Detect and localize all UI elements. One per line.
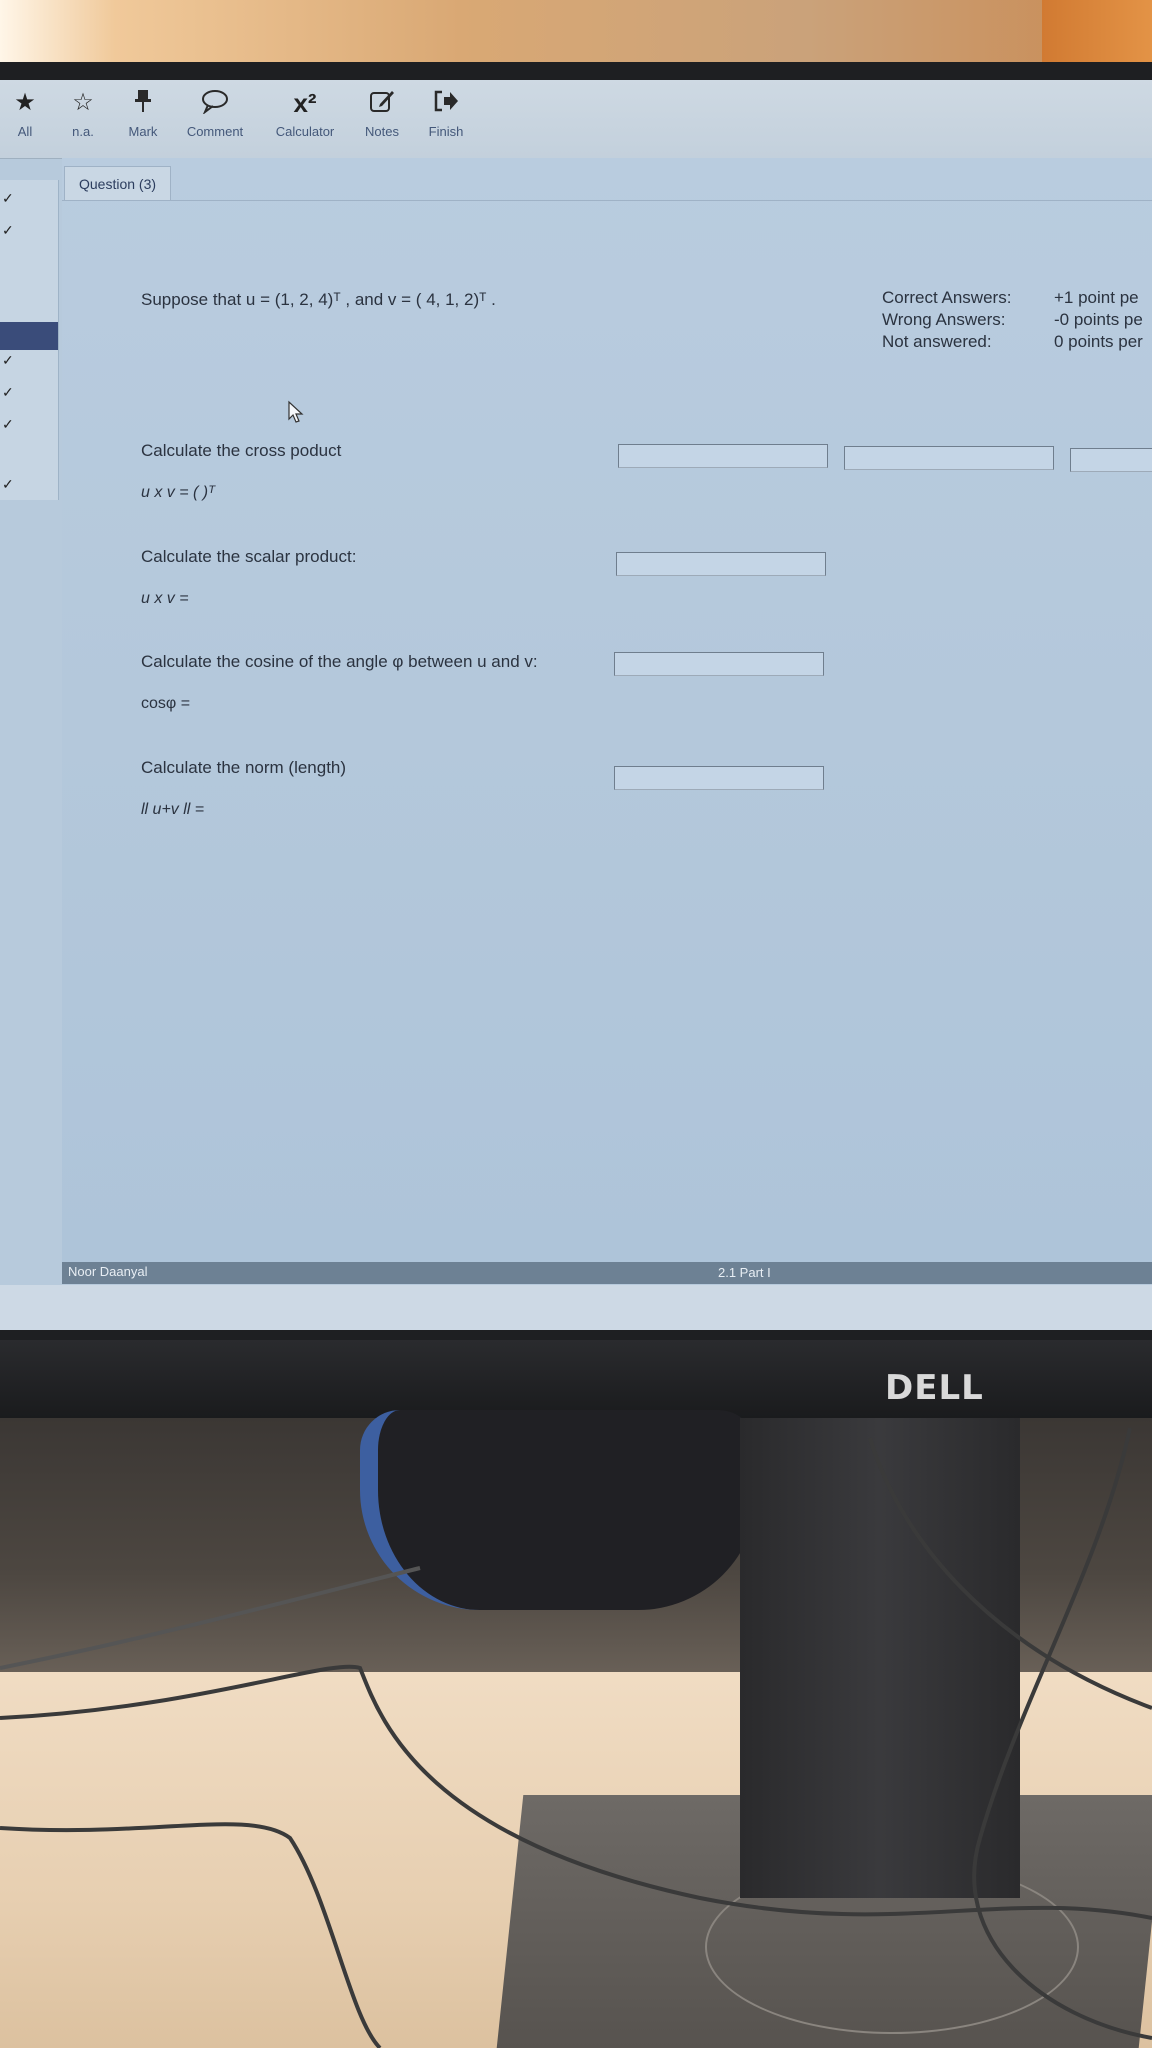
check-icon: ✓ (2, 476, 14, 492)
question-intro: Suppose that u = (1, 2, 4)ᵀ , and v = ( … (141, 290, 496, 309)
check-icon: ✓ (2, 352, 14, 368)
cosine-answer[interactable] (614, 652, 824, 676)
question-navigator: ✓ ✓ ✓ ✓ ✓ ✓ (0, 180, 59, 500)
cosine-expression: cosφ = (141, 695, 191, 712)
cosine-prompt: Calculate the cosine of the angle φ betw… (141, 652, 538, 671)
exit-arrow-icon (424, 88, 468, 118)
check-icon: ✓ (2, 190, 14, 206)
norm-answer[interactable] (614, 766, 824, 790)
check-icon: ✓ (2, 222, 14, 238)
toolbar-all-button[interactable]: ★ All (10, 88, 40, 139)
exam-toolbar: ★ All ☆ n.a. Mark Comment x² Calculator (0, 80, 1152, 159)
screen-edge (0, 1285, 1152, 1330)
cross-product-answer-2[interactable] (844, 446, 1054, 470)
exam-part: 2.1 Part I (718, 1265, 771, 1280)
question-panel: Question (3) Suppose that u = (1, 2, 4)ᵀ… (62, 158, 1152, 1268)
scoring-wrong-label: Wrong Answers: (882, 310, 1006, 329)
scoring-correct-label: Correct Answers: (882, 288, 1012, 307)
scoring-unanswered-label: Not answered: (882, 332, 992, 351)
speech-bubble-icon (180, 88, 250, 118)
scoring-correct-value: +1 point pe (1054, 288, 1139, 307)
question-nav-item[interactable]: ✓ (0, 222, 58, 250)
scoring-info: Correct Answers: +1 point pe Wrong Answer… (882, 288, 1143, 354)
question-nav-item[interactable]: ✓ (0, 190, 58, 218)
cross-product-answer-3[interactable] (1070, 448, 1152, 472)
question-nav-item[interactable]: ✓ (0, 476, 58, 504)
cross-product-prompt: Calculate the cross poduct (141, 441, 342, 460)
scalar-product-prompt: Calculate the scalar product: (141, 547, 357, 566)
question-nav-item-current[interactable] (0, 322, 58, 350)
scoring-wrong-value: -0 points pe (1054, 310, 1143, 329)
toolbar-notes-button[interactable]: Notes (360, 88, 404, 139)
curtain (1042, 0, 1152, 70)
monitor-screen: ★ All ☆ n.a. Mark Comment x² Calculator (0, 80, 1152, 1330)
question-nav-item[interactable]: ✓ (0, 352, 58, 380)
cross-product-answer-1[interactable] (618, 444, 828, 468)
cross-product-expression: u x v = ( )ᵀ (141, 484, 215, 501)
scalar-product-answer[interactable] (616, 552, 826, 576)
check-icon: ✓ (2, 416, 14, 432)
toolbar-comment-button[interactable]: Comment (180, 88, 250, 139)
candidate-name: Noor Daanyal (68, 1264, 148, 1279)
wall-background (0, 0, 1152, 70)
scalar-product-expression: u x v = (141, 590, 189, 607)
question-nav-item[interactable]: ✓ (0, 416, 58, 444)
pin-icon (122, 88, 164, 118)
toolbar-na-button[interactable]: ☆ n.a. (66, 88, 100, 139)
status-bar: Noor Daanyal 2.1 Part I (62, 1262, 1152, 1284)
cables (0, 1427, 1152, 2048)
norm-prompt: Calculate the norm (length) (141, 758, 347, 777)
tab-divider (62, 200, 1152, 201)
star-outline-icon: ☆ (72, 89, 94, 116)
question-nav-item[interactable]: ✓ (0, 384, 58, 412)
toolbar-mark-button[interactable]: Mark (122, 88, 164, 139)
toolbar-calculator-button[interactable]: x² Calculator (268, 88, 342, 139)
norm-expression: ll u+v ll = (141, 801, 205, 818)
mouse-cursor-icon (288, 400, 304, 423)
scoring-unanswered-value: 0 points per (1054, 332, 1143, 351)
toolbar-finish-button[interactable]: Finish (424, 88, 468, 139)
x-squared-icon: x² (293, 88, 317, 118)
monitor-brand-logo: DELL (885, 1368, 984, 1408)
star-filled-icon: ★ (14, 89, 36, 116)
question-tab[interactable]: Question (3) (64, 166, 172, 201)
check-icon: ✓ (2, 384, 14, 400)
edit-note-icon (360, 88, 404, 118)
